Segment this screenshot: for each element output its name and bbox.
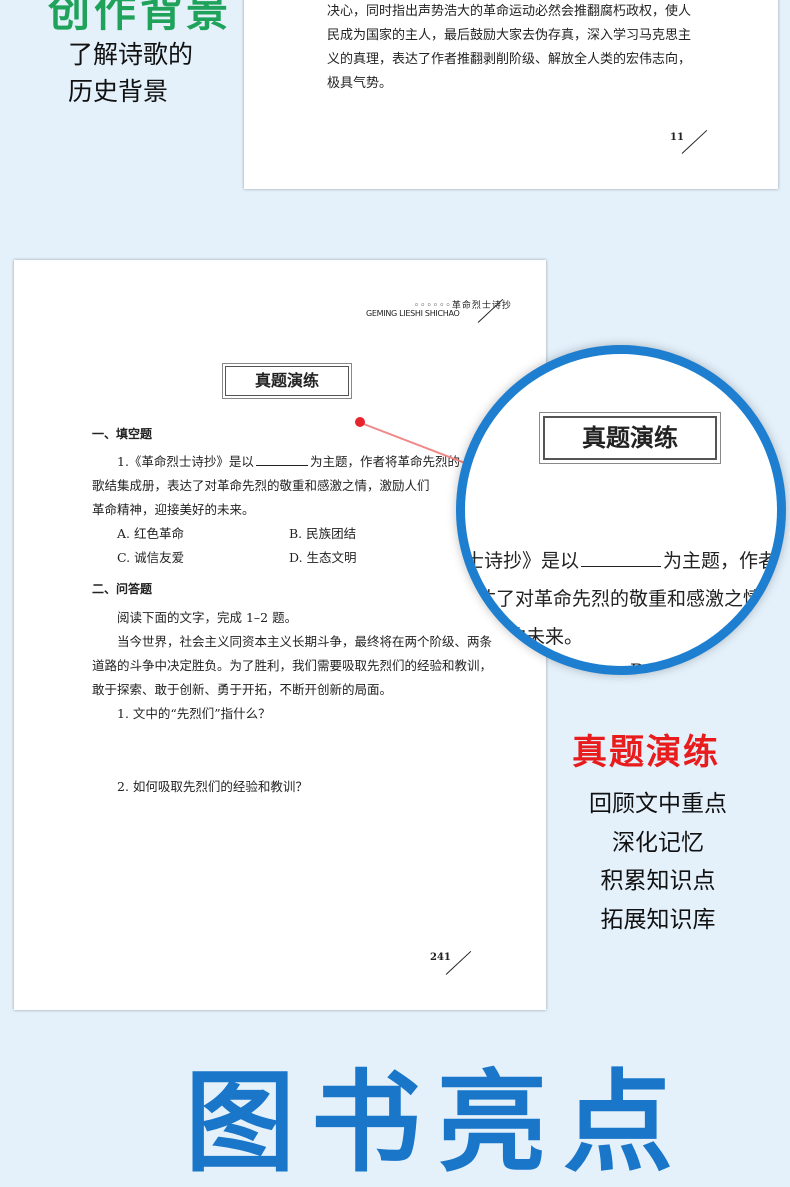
zoomed-suffix: 为主题，作者 — [663, 550, 778, 572]
passage-line: 当今世界，社会主义同资本主义长期斗争，最终将在两个阶级、两条 — [117, 634, 493, 649]
feature-heading: 真题演练 — [572, 733, 721, 773]
zoomed-line: B. 民族团 — [630, 660, 714, 675]
question2-2: 2. 如何吸取先烈们的经验和教训？ — [117, 779, 308, 794]
question1-suffix: 为主题，作者将革命先烈的 — [309, 454, 460, 469]
book-page-top: 决心，同时指出声势浩大的革命运动必然会推翻腐朽政权，使人 民成为国家的主人，最后… — [244, 0, 778, 189]
passage-line: 道路的斗争中决定胜负。为了胜利，我们需要吸取先烈们的经验和教训， — [92, 658, 493, 673]
question1-line3: 革命精神，迎接美好的未来。 — [92, 502, 255, 517]
page-title: 真题演练 — [222, 363, 352, 399]
zoomed-line: 的未来。 — [507, 626, 584, 648]
page-number-slash — [681, 129, 708, 154]
page-number: 241 — [430, 952, 451, 963]
paragraph-line: 极具气势。 — [327, 76, 393, 91]
zoomed-line: 士诗抄》是以 为主题，作者 — [465, 546, 777, 573]
question1-line1: 1.《革命烈士诗抄》是以 为主题，作者将革命先烈的 — [117, 451, 460, 470]
option-a: A. 红色革命 — [117, 526, 184, 541]
option-d: D. 生态文明 — [289, 550, 357, 565]
section-heading-creation-background: 创作背景 — [48, 0, 233, 36]
answer-blank — [255, 464, 308, 466]
question1-prefix: 1.《革命烈士诗抄》是以 — [117, 454, 254, 469]
zoomed-line: 达了对革命先烈的敬重和感激之情 — [477, 588, 763, 610]
feature-list: 回顾文中重点 深化记忆 积累知识点 拓展知识库 — [578, 785, 738, 939]
question1-line2: 歌结集成册，表达了对革命先烈的敬重和感激之情，激励人们 — [92, 478, 430, 493]
subtitle-line: 了解诗歌的 — [68, 40, 194, 69]
page-number: 11 — [670, 132, 684, 143]
zoomed-prefix: 士诗抄》是以 — [465, 550, 580, 572]
feature-item: 回顾文中重点 — [589, 791, 727, 817]
option-c: C. 诚信友爱 — [117, 550, 185, 565]
bottom-section-heading: 图书亮点 — [185, 1059, 689, 1187]
reading-intro: 阅读下面的文字，完成 1–2 题。 — [117, 610, 298, 625]
passage-line: 敢于探索、敢于创新、勇于开拓，不断开创新的局面。 — [92, 682, 393, 697]
option-b: B. 民族团结 — [289, 526, 357, 541]
magnifier-zoom: 真题演练 士诗抄》是以 为主题，作者 达了对革命先烈的敬重和感激之情 的未来。 B… — [456, 345, 786, 675]
magnifier-pointer-dot — [355, 417, 365, 427]
zoomed-blank — [581, 565, 662, 567]
feature-item: 拓展知识库 — [600, 906, 716, 933]
question2-1: 1. 文中的“先烈们”指什么？ — [117, 706, 271, 721]
section1-heading: 一、填空题 — [92, 427, 153, 441]
zoomed-title: 真题演练 — [539, 412, 721, 464]
subtitle-block: 了解诗歌的 历史背景 — [68, 36, 193, 110]
paragraph-line: 民成为国家的主人，最后鼓励大家去伪存真，深入学习马克思主 — [327, 28, 692, 43]
section2-heading: 二、问答题 — [92, 582, 153, 596]
book-page-main: ◦◦◦◦◦◦革命烈士诗抄 GEMING LIESHI SHICHAO 真题演练 … — [14, 260, 546, 1010]
feature-item: 深化记忆 — [612, 829, 704, 856]
running-header-en: GEMING LIESHI SHICHAO — [366, 309, 460, 318]
subtitle-line: 历史背景 — [68, 77, 169, 106]
paragraph-line: 决心，同时指出声势浩大的革命运动必然会推翻腐朽政权，使人 — [327, 4, 692, 19]
paragraph-line: 义的真理，表达了作者推翻剥削阶级、解放全人类的宏伟志向， — [327, 52, 692, 67]
feature-item: 积累知识点 — [600, 868, 716, 894]
